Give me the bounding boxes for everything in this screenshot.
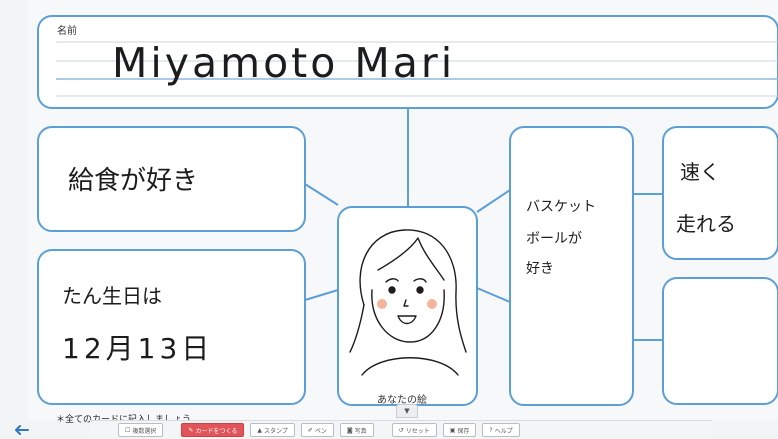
toolbar-save-label: 保存 [457, 427, 470, 435]
card-middle-right-line1: バスケット [526, 199, 596, 215]
name-label: 名前 [57, 26, 77, 37]
reset-icon: ↺ [398, 426, 404, 434]
card-top-left-text: 給食が好き [68, 166, 199, 196]
caret-down-icon: ▼ [404, 407, 410, 415]
stamp-icon: ▲ [257, 426, 262, 434]
card-middle-right-line3: 好き [526, 261, 554, 277]
toolbar-pen-label: ペン [314, 427, 327, 435]
toolbar-help-label: ヘルプ [494, 427, 513, 435]
checkbox-icon: ☐ [125, 426, 131, 434]
toolbar-make-card-button[interactable]: ✎ カードをつくる [181, 423, 245, 437]
right-cheek [427, 299, 437, 309]
toolbar-photo-label: 写真 [354, 427, 367, 435]
toolbar-make-card-label: カードをつくる [195, 427, 238, 435]
bottom-toolbar: ☐ 複数選択 ✎ カードをつくる ▲ スタンプ ✐ ペン ◙ 写真 ↺ リセット… [90, 420, 712, 439]
toolbar-collapse-toggle[interactable]: ▼ [396, 404, 418, 418]
toolbar-pen-button[interactable]: ✐ ペン [300, 423, 334, 437]
left-cheek [377, 299, 387, 309]
worksheet-canvas: 名前 Miyamoto Mari 給食が好き たん生日は 12月13日 バスケッ… [0, 0, 778, 439]
camera-icon: ◙ [346, 426, 353, 434]
back-button[interactable] [0, 420, 44, 439]
toolbar-photo-button[interactable]: ◙ 写真 [339, 423, 374, 437]
toolbar-stamp-button[interactable]: ▲ スタンプ [250, 423, 295, 437]
save-icon: ▣ [449, 426, 456, 434]
pen-icon: ✐ [307, 426, 313, 434]
pencil-card-icon: ✎ [188, 426, 194, 434]
card-bottom-left-line2: 12月13日 [62, 332, 214, 365]
toolbar-reset-label: リセット [405, 427, 430, 435]
toolbar-stamp-label: スタンプ [263, 427, 288, 435]
help-icon: ? [489, 426, 493, 434]
card-bottom-left-line1: たん生日は [62, 284, 162, 308]
toolbar-multi-select-button[interactable]: ☐ 複数選択 [118, 423, 164, 437]
card-far-right-top[interactable] [662, 126, 778, 260]
toolbar-reset-button[interactable]: ↺ リセット [391, 423, 437, 437]
left-eye [388, 286, 396, 294]
card-far-right-top-line2: 走れる [676, 212, 736, 236]
name-value[interactable]: Miyamoto Mari [112, 40, 455, 86]
toolbar-save-button[interactable]: ▣ 保存 [442, 423, 477, 437]
right-eye [416, 286, 424, 294]
toolbar-help-button[interactable]: ? ヘルプ [482, 423, 520, 437]
toolbar-multi-select-label: 複数選択 [132, 427, 157, 435]
card-middle-right-line2: ボールが [526, 231, 582, 247]
card-far-right-top-line1: 速く [680, 160, 720, 184]
back-arrow-icon [15, 424, 29, 435]
card-far-right-bottom[interactable] [662, 277, 778, 405]
